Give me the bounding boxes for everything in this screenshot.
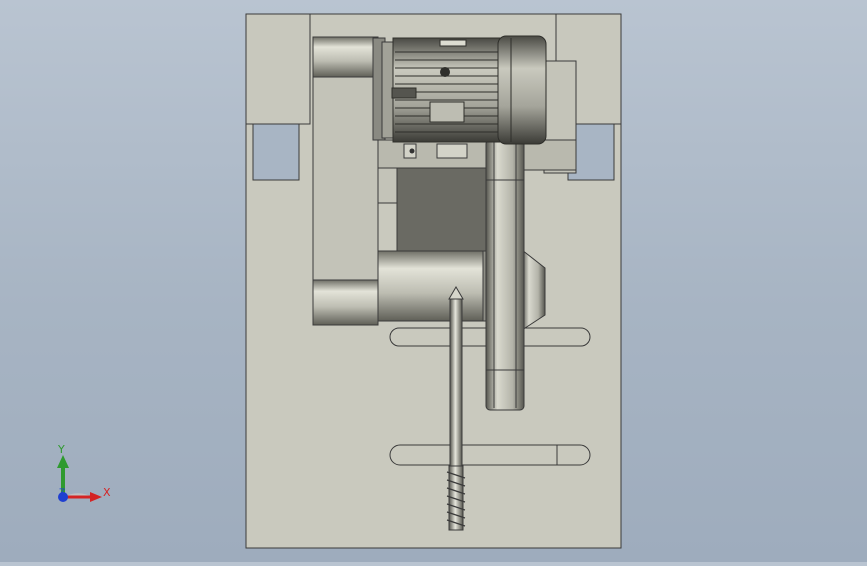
model-view[interactable] xyxy=(0,0,867,562)
x-axis-label: X xyxy=(103,486,111,499)
electric-motor[interactable] xyxy=(372,35,547,145)
z-axis-label: Z xyxy=(59,488,66,498)
drive-shaft-housing[interactable] xyxy=(377,250,490,322)
y-axis-label: Y xyxy=(58,443,65,456)
belt-guard[interactable] xyxy=(312,36,379,326)
cad-viewport[interactable] xyxy=(0,0,867,562)
column[interactable] xyxy=(396,167,488,254)
adjustment-slot-lower[interactable] xyxy=(389,444,591,466)
adjusting-screw[interactable] xyxy=(446,286,466,531)
